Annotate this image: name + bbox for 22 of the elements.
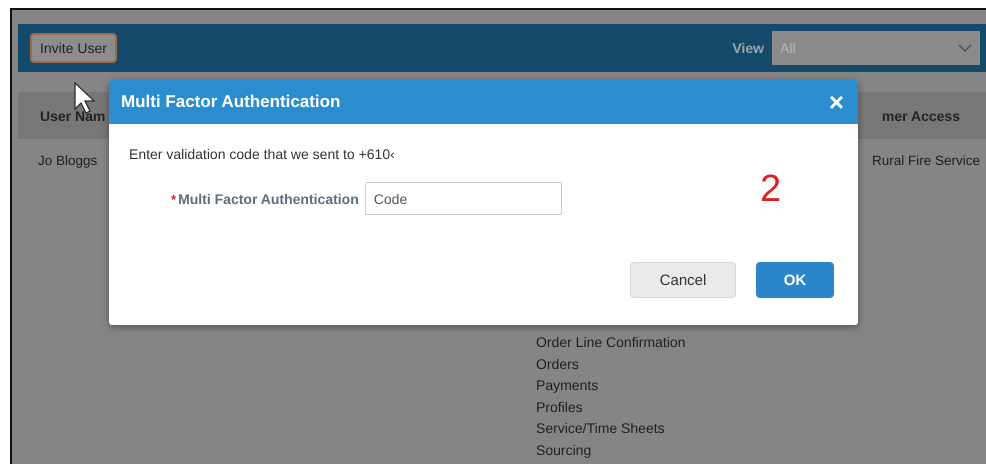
close-button[interactable]: × <box>828 89 844 115</box>
permission-item: Sourcing <box>536 440 592 460</box>
dialog-message: Enter validation code that we sent to +610‹ <box>129 146 396 162</box>
annotation-number: 2 <box>760 170 782 208</box>
view-label: View <box>732 40 764 56</box>
column-header: mer Access <box>882 108 960 124</box>
dialog-title: Multi Factor Authentication <box>121 92 340 112</box>
ok-button[interactable]: OK <box>756 262 834 298</box>
cancel-button[interactable]: Cancel <box>630 262 736 298</box>
column-header: User Nam <box>40 108 106 124</box>
invite-button[interactable]: Invite User <box>30 33 117 63</box>
chevron-down-icon <box>958 44 972 52</box>
permission-item: Profiles <box>536 398 584 416</box>
permission-item: Orders <box>536 354 580 374</box>
permission-item: Payments <box>536 376 600 395</box>
permission-item: Order Line Confirmation <box>536 333 686 352</box>
permission-item: Service/Time Sheets <box>536 419 666 438</box>
field-label: *Multi Factor Authentication <box>171 190 359 206</box>
table-cell: Jo Bloggs <box>38 153 98 168</box>
code-input[interactable]: Code <box>364 182 562 215</box>
required-mark: * <box>171 192 176 206</box>
table-cell: Rural Fire Service <box>872 153 980 168</box>
